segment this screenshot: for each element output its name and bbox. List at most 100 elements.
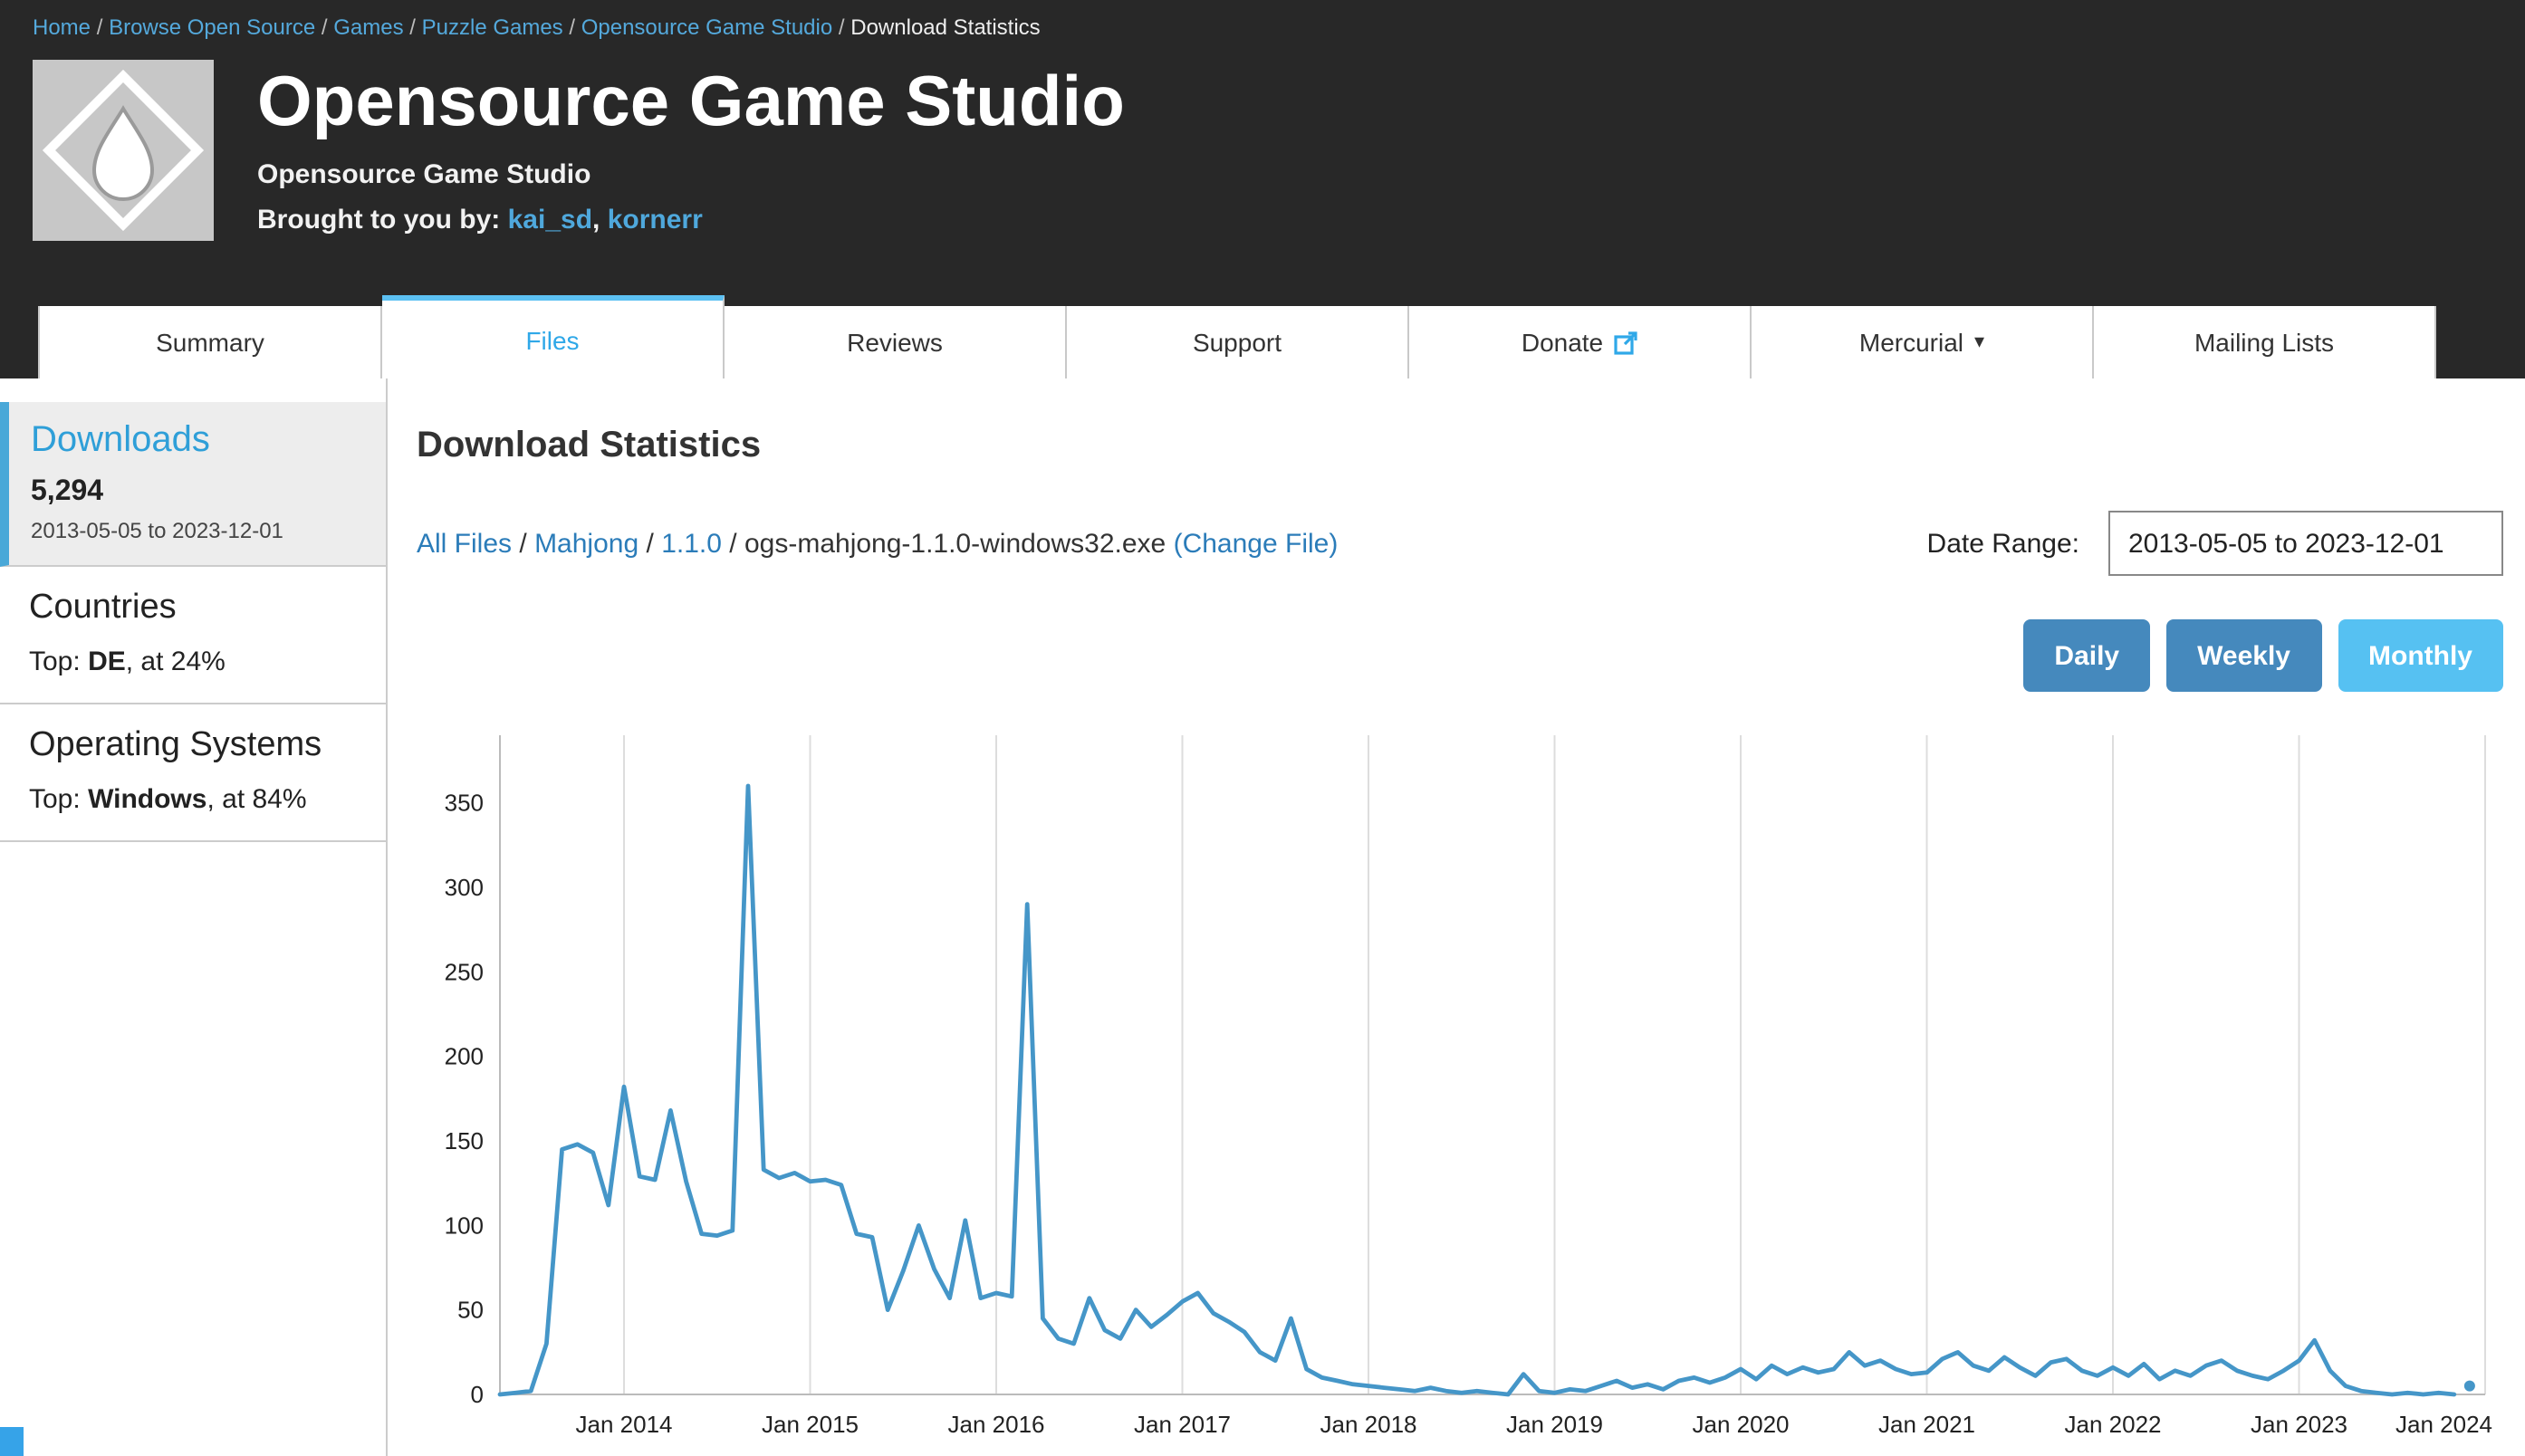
svg-text:Jan 2018: Jan 2018 [1320,1411,1417,1438]
svg-text:0: 0 [471,1381,484,1408]
tab-label: Support [1193,306,1282,378]
granularity-buttons: Daily Weekly Monthly [417,619,2503,692]
svg-text:Jan 2017: Jan 2017 [1134,1411,1231,1438]
tab-label: Reviews [847,306,943,378]
sidebar-item-downloads[interactable]: Downloads 5,294 2013-05-05 to 2023-12-01 [0,402,386,567]
byline-prefix: Brought to you by: [257,205,508,235]
file-path-link-version[interactable]: 1.1.0 [661,528,722,559]
os-heading: Operating Systems [29,726,357,766]
tab-label: Mailing Lists [2194,306,2334,378]
page-title: Opensource Game Studio [257,63,1125,145]
file-path-row: All Files / Mahjong / 1.1.0 / ogs-mahjon… [417,511,2503,576]
main-panel: Download Statistics All Files / Mahjong … [388,378,2525,1456]
countries-top-suffix: , at 24% [126,647,226,677]
downloads-count: 5,294 [31,476,364,509]
author-link-kornerr[interactable]: kornerr [608,205,703,235]
file-name: ogs-mahjong-1.1.0-windows32.exe [744,528,1166,559]
tab-donate[interactable]: Donate [1409,306,1752,378]
breadcrumb-link-project[interactable]: Opensource Game Studio [581,14,833,40]
project-subtitle: Opensource Game Studio [257,159,1125,190]
countries-top-prefix: Top: [29,647,88,677]
tab-reviews[interactable]: Reviews [725,306,1067,378]
svg-text:Jan 2016: Jan 2016 [948,1411,1045,1438]
svg-text:Jan 2019: Jan 2019 [1506,1411,1603,1438]
os-top-value: Windows [88,784,206,815]
tab-mailing-lists[interactable]: Mailing Lists [2094,306,2436,378]
download-statistics-heading: Download Statistics [417,426,2503,467]
tab-support[interactable]: Support [1067,306,1409,378]
file-path-separator: / [638,528,661,559]
monthly-button[interactable]: Monthly [2338,619,2503,692]
breadcrumb-link-home[interactable]: Home [33,14,91,40]
header-text: Opensource Game Studio Opensource Game S… [257,60,1125,241]
sidebar-item-countries[interactable]: Countries Top: DE, at 24% [0,567,386,704]
svg-text:50: 50 [457,1297,484,1324]
breadcrumb-separator: / [404,14,422,40]
date-range-input[interactable] [2108,511,2503,576]
countries-top: Top: DE, at 24% [29,647,357,677]
svg-text:Jan 2021: Jan 2021 [1878,1411,1975,1438]
file-path-separator: / [722,528,744,559]
svg-text:Jan 2020: Jan 2020 [1693,1411,1790,1438]
countries-top-value: DE [88,647,126,677]
project-logo [33,60,214,241]
tab-label: Files [525,303,579,376]
author-separator: , [592,205,608,235]
breadcrumb-separator: / [91,14,109,40]
file-path-link-mahjong[interactable]: Mahjong [534,528,638,559]
svg-text:200: 200 [445,1043,484,1070]
site-header: Opensource Game Studio Opensource Game S… [0,54,2525,241]
water-drop-diamond-icon [33,60,214,241]
date-range-label: Date Range: [1927,528,2079,559]
tab-files[interactable]: Files [382,295,725,378]
svg-text:350: 350 [445,790,484,817]
corner-widget[interactable] [0,1427,24,1456]
page: Home / Browse Open Source / Games / Puzz… [0,0,2525,1456]
file-breadcrumb: All Files / Mahjong / 1.1.0 / ogs-mahjon… [417,528,1338,559]
tab-summary[interactable]: Summary [38,306,382,378]
svg-text:150: 150 [445,1127,484,1154]
change-file-link[interactable]: (Change File) [1174,528,1339,559]
breadcrumb-separator: / [563,14,581,40]
svg-text:300: 300 [445,874,484,901]
breadcrumb-separator: / [315,14,333,40]
svg-text:Jan 2015: Jan 2015 [762,1411,859,1438]
caret-down-icon: ▾ [1974,306,1984,378]
tab-bar: Summary Files Reviews Support Donate Mer… [38,295,2436,378]
breadcrumb-link-games[interactable]: Games [333,14,403,40]
tab-label: Summary [156,306,264,378]
weekly-button[interactable]: Weekly [2166,619,2321,692]
breadcrumb-separator: / [832,14,850,40]
countries-heading: Countries [29,589,357,628]
file-path-space [1166,528,1173,559]
daily-button[interactable]: Daily [2023,619,2150,692]
sidebar-item-operating-systems[interactable]: Operating Systems Top: Windows, at 84% [0,704,386,842]
tab-label: Donate [1522,306,1603,378]
breadcrumb-link-puzzle-games[interactable]: Puzzle Games [422,14,563,40]
breadcrumb: Home / Browse Open Source / Games / Puzz… [0,0,2525,54]
header-section: Home / Browse Open Source / Games / Puzz… [0,0,2525,378]
external-link-icon [1614,330,1637,354]
downloads-label: Downloads [31,420,364,462]
svg-text:250: 250 [445,958,484,985]
breadcrumb-link-browse[interactable]: Browse Open Source [109,14,315,40]
file-path-separator: / [512,528,534,559]
file-path-link-all-files[interactable]: All Files [417,528,512,559]
downloads-line-chart: Jan 2014 Jan 2015 Jan 2016 Jan 2017 Jan 2018… [417,717,2500,1452]
svg-text:Jan 2014: Jan 2014 [576,1411,673,1438]
breadcrumb-current: Download Statistics [850,14,1040,40]
downloads-date-range: 2013-05-05 to 2023-12-01 [31,518,364,543]
os-top: Top: Windows, at 84% [29,784,357,815]
os-top-suffix: , at 84% [206,784,306,815]
svg-text:Jan 2022: Jan 2022 [2065,1411,2162,1438]
svg-text:Jan 2024: Jan 2024 [2395,1411,2492,1438]
byline: Brought to you by: kai_sd, kornerr [257,205,1125,235]
tab-mercurial[interactable]: Mercurial ▾ [1752,306,2094,378]
svg-text:Jan 2023: Jan 2023 [2251,1411,2347,1438]
date-range-group: Date Range: [1927,511,2503,576]
author-link-kai-sd[interactable]: kai_sd [508,205,592,235]
svg-text:100: 100 [445,1212,484,1239]
downloads-chart: Jan 2014 Jan 2015 Jan 2016 Jan 2017 Jan 2018… [417,717,2503,1452]
content: Downloads 5,294 2013-05-05 to 2023-12-01… [0,378,2525,1456]
tab-label: Mercurial [1859,306,1963,378]
